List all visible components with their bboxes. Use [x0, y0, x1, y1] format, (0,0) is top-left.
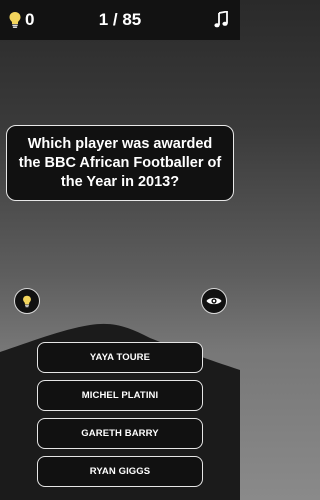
lightbulb-icon [23, 295, 31, 307]
question-text: Which player was awarded the BBC African… [18, 135, 222, 190]
hint-button[interactable] [14, 288, 40, 314]
question-card: Which player was awarded the BBC African… [6, 125, 234, 201]
question-progress: 1 / 85 [98, 10, 142, 29]
top-bar: 0 1 / 85 [0, 0, 240, 40]
music-note-icon[interactable] [212, 11, 230, 29]
answer-option-3[interactable]: GARETH BARRY [37, 418, 203, 449]
reveal-answer-button[interactable] [201, 288, 227, 314]
answer-option-4[interactable]: RYAN GIGGS [37, 456, 203, 487]
answer-option-2[interactable]: MICHEL PLATINI [37, 380, 203, 411]
answer-option-1[interactable]: YAYA TOURE [37, 342, 203, 373]
eye-icon [206, 297, 222, 305]
